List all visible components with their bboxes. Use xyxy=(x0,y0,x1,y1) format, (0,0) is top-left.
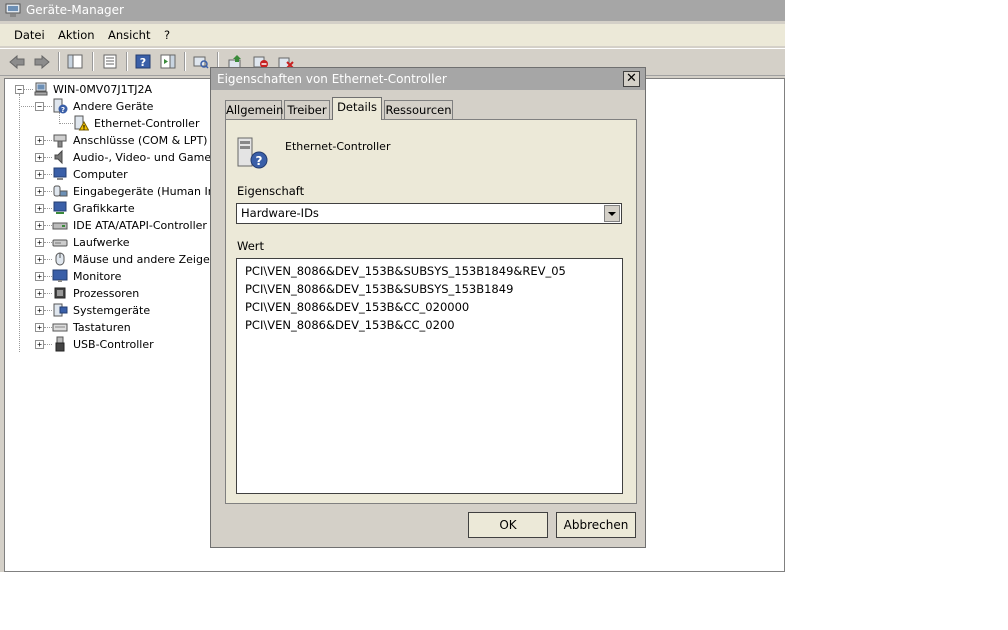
expand-icon[interactable]: + xyxy=(35,289,44,298)
svg-text:?: ? xyxy=(256,154,263,168)
computer-icon xyxy=(34,82,48,96)
value-list[interactable]: PCI\VEN_8086&DEV_153B&SUBSYS_153B1849&RE… xyxy=(236,258,623,494)
speaker-icon xyxy=(54,149,63,165)
mouse-icon xyxy=(55,252,65,266)
keyboard-icon xyxy=(52,323,68,332)
forward-arrow-icon[interactable] xyxy=(33,53,50,70)
console-tree-icon[interactable] xyxy=(66,53,83,70)
title-bar: Geräte-Manager xyxy=(0,0,785,21)
computer-icon xyxy=(53,167,67,180)
unknown-device-icon: ? xyxy=(53,98,68,114)
properties-dialog: Eigenschaften von Ethernet-Controller ✕ … xyxy=(210,67,646,548)
help-icon[interactable]: ? xyxy=(134,53,151,70)
menu-aktion[interactable]: Aktion xyxy=(58,28,95,42)
tree-item-label: USB-Controller xyxy=(73,338,154,351)
tree-item-label: Ethernet-Controller xyxy=(94,117,200,130)
tree-item-label: Computer xyxy=(73,168,128,181)
value-label: Wert xyxy=(237,239,265,253)
ok-button[interactable]: OK xyxy=(468,512,548,538)
action-pane-icon[interactable] xyxy=(159,53,176,70)
svg-text:?: ? xyxy=(61,106,65,114)
tree-item-label: Anschlüsse (COM & LPT) xyxy=(73,134,208,147)
processor-icon xyxy=(54,287,66,299)
expand-icon[interactable]: + xyxy=(35,272,44,281)
port-icon xyxy=(53,134,67,148)
list-item[interactable]: PCI\VEN_8086&DEV_153B&CC_0200 xyxy=(245,318,455,332)
disk-drive-icon xyxy=(52,239,68,247)
expand-icon[interactable]: + xyxy=(35,136,44,145)
warning-device-icon: ! xyxy=(74,115,89,132)
tree-item-label: Grafikkarte xyxy=(73,202,135,215)
device-manager-icon xyxy=(5,3,21,17)
system-device-icon xyxy=(53,303,68,317)
collapse-icon[interactable]: − xyxy=(35,102,44,111)
back-arrow-icon[interactable] xyxy=(8,53,25,70)
tree-item-label: Laufwerke xyxy=(73,236,130,249)
tree-item-label: Andere Geräte xyxy=(73,100,154,113)
list-item[interactable]: PCI\VEN_8086&DEV_153B&SUBSYS_153B1849&RE… xyxy=(245,264,566,278)
ide-controller-icon xyxy=(52,222,68,230)
expand-icon[interactable]: + xyxy=(35,221,44,230)
dialog-title-bar: Eigenschaften von Ethernet-Controller ✕ xyxy=(211,68,645,90)
expand-icon[interactable]: + xyxy=(35,340,44,349)
property-label: Eigenschaft xyxy=(237,184,305,198)
properties-icon[interactable] xyxy=(101,53,118,70)
tree-root-label: WIN-0MV07J1TJ2A xyxy=(53,83,153,96)
tree-item-label: Systemgeräte xyxy=(73,304,151,317)
svg-text:?: ? xyxy=(139,56,145,69)
expand-icon[interactable]: + xyxy=(35,153,44,162)
menu-datei[interactable]: Datei xyxy=(14,28,45,42)
device-name: Ethernet-Controller xyxy=(285,140,391,153)
tree-item-label: IDE ATA/ATAPI-Controller xyxy=(73,219,207,232)
menu-ansicht[interactable]: Ansicht xyxy=(108,28,150,42)
unknown-device-icon: ? xyxy=(237,137,268,169)
dropdown-arrow-icon[interactable] xyxy=(604,205,620,222)
expand-icon[interactable]: + xyxy=(35,306,44,315)
tab-details[interactable]: Details xyxy=(332,97,382,120)
expand-icon[interactable]: + xyxy=(35,238,44,247)
tab-ressourcen[interactable]: Ressourcen xyxy=(384,100,453,119)
tree-item-label: Mäuse und andere Zeigegeräte xyxy=(73,253,211,266)
tree-item-label: Eingabegeräte (Human Interface Devices) xyxy=(73,185,211,198)
tree-item-label: Audio-, Video- und Gamecontroller xyxy=(73,151,211,164)
list-item[interactable]: PCI\VEN_8086&DEV_153B&CC_020000 xyxy=(245,300,469,314)
collapse-icon[interactable]: − xyxy=(15,85,24,94)
menu-help[interactable]: ? xyxy=(164,28,170,42)
expand-icon[interactable]: + xyxy=(35,323,44,332)
window-title: Geräte-Manager xyxy=(26,3,124,17)
tree-item-label: Monitore xyxy=(73,270,122,283)
usb-icon xyxy=(55,336,65,352)
list-item[interactable]: PCI\VEN_8086&DEV_153B&SUBSYS_153B1849 xyxy=(245,282,513,296)
cancel-button[interactable]: Abbrechen xyxy=(556,512,636,538)
menu-bar: Datei Aktion Ansicht ? xyxy=(0,24,785,46)
property-dropdown-value: Hardware-IDs xyxy=(241,206,319,220)
tree-item-label: Tastaturen xyxy=(73,321,131,334)
expand-icon[interactable]: + xyxy=(35,204,44,213)
tab-allgemein[interactable]: Allgemein xyxy=(225,100,283,119)
tree-item-label: Prozessoren xyxy=(73,287,140,300)
close-button[interactable]: ✕ xyxy=(623,71,640,87)
expand-icon[interactable]: + xyxy=(35,187,44,196)
property-dropdown[interactable]: Hardware-IDs xyxy=(236,203,622,224)
input-device-icon xyxy=(53,185,68,197)
expand-icon[interactable]: + xyxy=(35,255,44,264)
expand-icon[interactable]: + xyxy=(35,170,44,179)
tab-treiber[interactable]: Treiber xyxy=(284,100,330,119)
display-adapter-icon xyxy=(53,201,67,214)
svg-text:!: ! xyxy=(83,125,86,132)
monitor-icon xyxy=(52,269,68,282)
dialog-title: Eigenschaften von Ethernet-Controller xyxy=(217,72,447,86)
scan-hardware-icon[interactable] xyxy=(192,53,209,70)
